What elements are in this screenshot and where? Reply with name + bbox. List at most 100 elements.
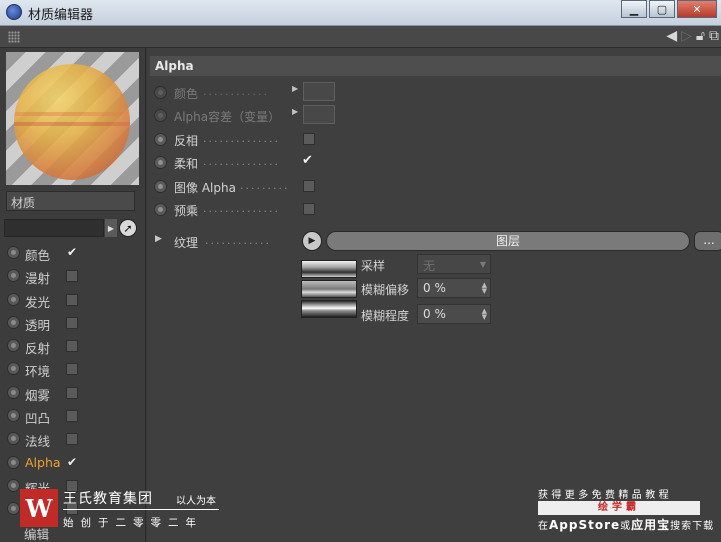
animate-radio-icon[interactable] — [7, 246, 20, 259]
channel-item[interactable]: 凹凸 — [4, 405, 144, 428]
alpha-properties-panel: Alpha 颜色 ............ ▶ Alpha容差（变量） ▶ 反相… — [147, 48, 721, 542]
color-swatch[interactable] — [303, 82, 335, 101]
invert-checkbox[interactable] — [303, 133, 315, 145]
channel-item[interactable]: 法线 — [4, 428, 144, 451]
chevron-right-icon[interactable]: ▶ — [292, 84, 298, 93]
material-preview[interactable] — [6, 52, 139, 185]
company-slogan: 以人为本 — [176, 496, 216, 507]
channel-label: 凹凸 — [25, 411, 51, 427]
delta-swatch[interactable] — [303, 105, 335, 124]
channel-label: Alpha — [25, 454, 61, 470]
lock-icon[interactable]: 🔓︎ — [696, 28, 705, 44]
sampling-label: 采样 — [361, 259, 386, 273]
sampling-value: 无 — [423, 259, 436, 273]
chevron-right-icon[interactable]: ▶ — [105, 219, 117, 237]
forward-arrow-icon[interactable]: ▷ — [681, 28, 692, 44]
image-alpha-checkbox[interactable] — [303, 180, 315, 192]
channel-item[interactable]: Alpha ✔ — [4, 452, 144, 475]
channel-list: 颜色✔漫射发光透明反射环境烟雾凹凸法线Alpha✔辉光置换 — [4, 242, 144, 522]
new-window-icon[interactable]: ⧉ — [709, 28, 719, 44]
channel-item[interactable]: 颜色 ✔ — [4, 242, 144, 265]
texture-thumbnail[interactable] — [301, 280, 357, 298]
animate-radio-icon[interactable] — [154, 133, 167, 146]
channel-item[interactable]: 烟雾 — [4, 382, 144, 405]
layer-button[interactable]: 图层 — [326, 231, 690, 251]
material-name-field[interactable]: 材质 — [6, 191, 135, 211]
channel-label: 透明 — [25, 317, 51, 333]
chevron-down-icon: ▼ — [479, 260, 486, 269]
animate-radio-icon[interactable] — [7, 339, 20, 353]
prop-delta: Alpha容差（变量） ▶ — [153, 105, 453, 125]
promo-brand: 绘学霸 — [538, 501, 700, 515]
animate-radio-icon[interactable] — [154, 203, 167, 216]
maximize-button[interactable]: ▢ — [649, 0, 675, 18]
channel-checkbox[interactable] — [66, 340, 78, 353]
animate-radio-icon[interactable] — [7, 362, 20, 376]
animate-radio-icon[interactable] — [154, 156, 167, 169]
animate-radio-icon[interactable] — [7, 269, 20, 283]
blur-offset-label: 模糊偏移 — [361, 283, 410, 297]
channel-checkbox[interactable] — [66, 433, 78, 446]
animate-radio-icon[interactable] — [154, 180, 167, 193]
title-bar: 材质编辑器 ▁ ▢ ✕ — [0, 0, 721, 26]
channel-checkbox[interactable]: ✔ — [66, 456, 78, 469]
animate-radio-icon[interactable] — [7, 409, 20, 423]
channel-item[interactable]: 反射 — [4, 335, 144, 358]
divider — [63, 509, 219, 510]
preview-sphere — [14, 64, 130, 180]
premultiplied-checkbox[interactable] — [303, 203, 315, 215]
channel-checkbox[interactable]: ✔ — [66, 246, 78, 259]
texture-label: 纹理 — [174, 236, 199, 250]
soft-checkbox[interactable]: ✔ — [302, 153, 313, 168]
channel-checkbox[interactable] — [66, 293, 78, 306]
channel-item[interactable]: 环境 — [4, 358, 144, 381]
channel-item[interactable]: 发光 — [4, 289, 144, 312]
animate-radio-icon[interactable] — [7, 315, 20, 329]
channel-checkbox[interactable] — [66, 386, 78, 399]
pointer-icon[interactable]: ➚ — [119, 219, 137, 237]
blur-offset-value: 0 % — [423, 281, 446, 295]
spinner-arrows-icon[interactable]: ▲ ▼ — [482, 308, 487, 321]
animate-radio-icon[interactable] — [7, 478, 20, 492]
toolbar: ◀ ▷ 🔓︎ ⧉ — [0, 26, 721, 48]
prop-color: 颜色 ............ ▶ — [153, 82, 453, 102]
prop-invert: 反相 .............. — [153, 129, 453, 149]
spinner-arrows-icon[interactable]: ▲ ▼ — [482, 282, 487, 295]
prop-label: 颜色 — [174, 87, 199, 101]
texture-row: ▶ 纹理 ............ ▶ 图层 ... — [153, 231, 721, 253]
material-selector[interactable] — [4, 219, 104, 237]
channel-label: 烟雾 — [25, 387, 51, 403]
channel-checkbox[interactable] — [66, 363, 78, 376]
animate-radio-icon[interactable] — [7, 292, 20, 306]
channel-checkbox[interactable] — [66, 316, 78, 329]
expand-arrow-icon[interactable]: ▶ — [155, 234, 162, 244]
texture-thumbnail[interactable] — [301, 260, 357, 278]
grip-icon[interactable] — [8, 31, 20, 43]
window-title: 材质编辑器 — [28, 8, 94, 23]
channel-item[interactable]: 透明 — [4, 312, 144, 335]
animate-radio-icon[interactable] — [7, 385, 20, 399]
channel-label: 法线 — [25, 434, 51, 450]
texture-thumbnail[interactable] — [301, 300, 357, 318]
blur-offset-field[interactable]: 0 % ▲ ▼ — [417, 278, 491, 298]
blur-scale-value: 0 % — [423, 307, 446, 321]
animate-radio-icon[interactable] — [7, 455, 20, 469]
company-logo: W — [20, 489, 58, 527]
channel-checkbox[interactable] — [66, 270, 78, 283]
channel-checkbox[interactable] — [66, 410, 78, 423]
close-button[interactable]: ✕ — [677, 0, 717, 18]
back-arrow-icon[interactable]: ◀ — [666, 28, 677, 44]
animate-radio-icon[interactable] — [7, 432, 20, 446]
prop-label: 柔和 — [174, 157, 199, 171]
chevron-right-icon[interactable]: ▶ — [292, 107, 298, 116]
texture-menu-button[interactable]: ▶ — [302, 231, 322, 251]
blur-scale-field[interactable]: 0 % ▲ ▼ — [417, 304, 491, 324]
animate-radio-icon[interactable] — [154, 86, 167, 99]
minimize-button[interactable]: ▁ — [621, 0, 647, 18]
channel-item[interactable]: 漫射 — [4, 265, 144, 288]
sampling-select[interactable]: 无 ▼ — [417, 254, 491, 274]
material-left-panel: 材质 ▶ ➚ 颜色✔漫射发光透明反射环境烟雾凹凸法线Alpha✔辉光置换 — [0, 48, 146, 542]
animate-radio-icon[interactable] — [154, 109, 167, 122]
browse-button[interactable]: ... — [694, 231, 721, 251]
animate-radio-icon[interactable] — [7, 502, 20, 516]
